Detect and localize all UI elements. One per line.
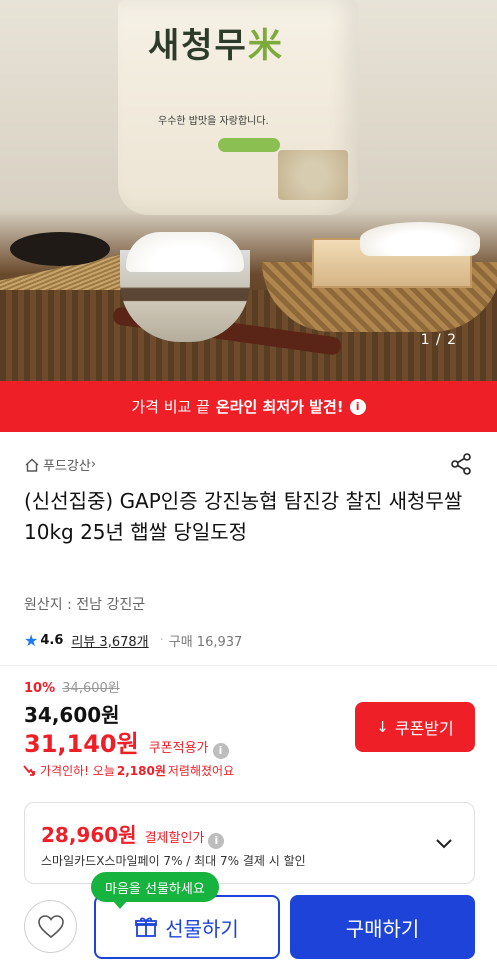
- info-icon[interactable]: i: [349, 398, 366, 415]
- discount-percent: 10%: [24, 681, 56, 696]
- product-title: (신선집중) GAP인증 강진농협 탐진강 찰진 새청무쌀 10kg 25년 햅…: [24, 489, 463, 544]
- get-coupon-button[interactable]: ↓ 쿠폰받기: [355, 702, 475, 752]
- price-drop-amount: 2,180원: [116, 764, 166, 778]
- home-icon: [25, 458, 39, 472]
- rating-row: ★ 4.6 리뷰 3,678개 · 구매 16,937: [24, 631, 242, 650]
- discount-row: 10% 34,600원: [24, 677, 120, 696]
- coupon-button-label: 쿠폰받기: [394, 719, 454, 738]
- image-counter: 1 / 2: [420, 332, 457, 348]
- pot-decoration: [10, 232, 110, 266]
- payment-discount-card[interactable]: 28,960원 결제할인가 i 스마일카드X스마일페이 7% / 최대 7% 결…: [24, 802, 475, 884]
- banner-prefix: 가격 비교 끝: [131, 398, 210, 416]
- bag-window: [278, 150, 348, 200]
- bag-brand-text: 새청무米: [148, 26, 284, 66]
- price-drop-notice: 가격인하! 오늘 2,180원 저렴해졌어요: [22, 762, 234, 779]
- product-image-carousel[interactable]: 새청무米 우수한 밥맛을 자랑합니다. 1 / 2: [0, 0, 497, 381]
- star-icon: ★: [24, 631, 39, 650]
- buy-button[interactable]: 구매하기: [290, 895, 475, 959]
- payment-price-row: 28,960원 결제할인가 i: [41, 819, 225, 849]
- payment-price: 28,960원: [41, 823, 137, 847]
- bag-tagline: 우수한 밥맛을 자랑합니다.: [158, 116, 269, 127]
- original-price: 34,600원: [62, 681, 120, 696]
- store-link[interactable]: 푸드강산 ›: [24, 455, 96, 474]
- purchase-count: 구매 16,937: [168, 635, 243, 650]
- product-origin: 원산지 : 전남 강진군: [24, 597, 146, 613]
- info-icon[interactable]: i: [208, 832, 225, 849]
- heart-icon: [37, 914, 64, 938]
- price-drop-prefix: 가격인하! 오늘: [40, 764, 115, 778]
- info-icon[interactable]: i: [212, 742, 229, 759]
- gift-icon: [135, 917, 158, 937]
- trend-down-icon: [23, 764, 35, 776]
- rice-pile-image: [360, 222, 480, 256]
- coupon-price-row: 31,140원 쿠폰적용가 i: [24, 724, 229, 759]
- divider: [0, 665, 497, 666]
- store-name: 푸드강산: [43, 459, 91, 474]
- chevron-right-icon: ›: [90, 457, 97, 472]
- gift-button-label: 선물하기: [165, 916, 239, 941]
- coupon-price-label: 쿠폰적용가: [148, 741, 209, 756]
- buy-button-label: 구매하기: [345, 916, 420, 941]
- gift-tooltip: 마음을 선물하세요: [91, 872, 219, 909]
- wishlist-button[interactable]: [24, 900, 77, 953]
- separator-dot: ·: [159, 633, 164, 648]
- price-drop-suffix: 저렴해졌어요: [167, 764, 235, 778]
- review-link[interactable]: 리뷰 3,678개: [71, 631, 148, 650]
- chevron-down-icon[interactable]: [434, 833, 454, 853]
- banner-strong-text: 온라인 최저가 발견!: [215, 398, 344, 416]
- download-icon: ↓: [376, 718, 389, 736]
- bag-label-tag: [218, 138, 280, 152]
- lowest-price-banner[interactable]: 가격 비교 끝 온라인 최저가 발견! i: [0, 381, 497, 432]
- payment-description: 스마일카드X스마일페이 7% / 최대 7% 결제 시 할인: [41, 854, 306, 868]
- payment-price-label: 결제할인가: [144, 831, 205, 846]
- rating-score: 4.6: [40, 633, 64, 648]
- rice-bag-image: 새청무米 우수한 밥맛을 자랑합니다.: [118, 0, 358, 215]
- cooked-rice-image: [126, 232, 244, 272]
- share-icon[interactable]: [449, 452, 473, 476]
- coupon-price: 31,140원: [24, 730, 139, 758]
